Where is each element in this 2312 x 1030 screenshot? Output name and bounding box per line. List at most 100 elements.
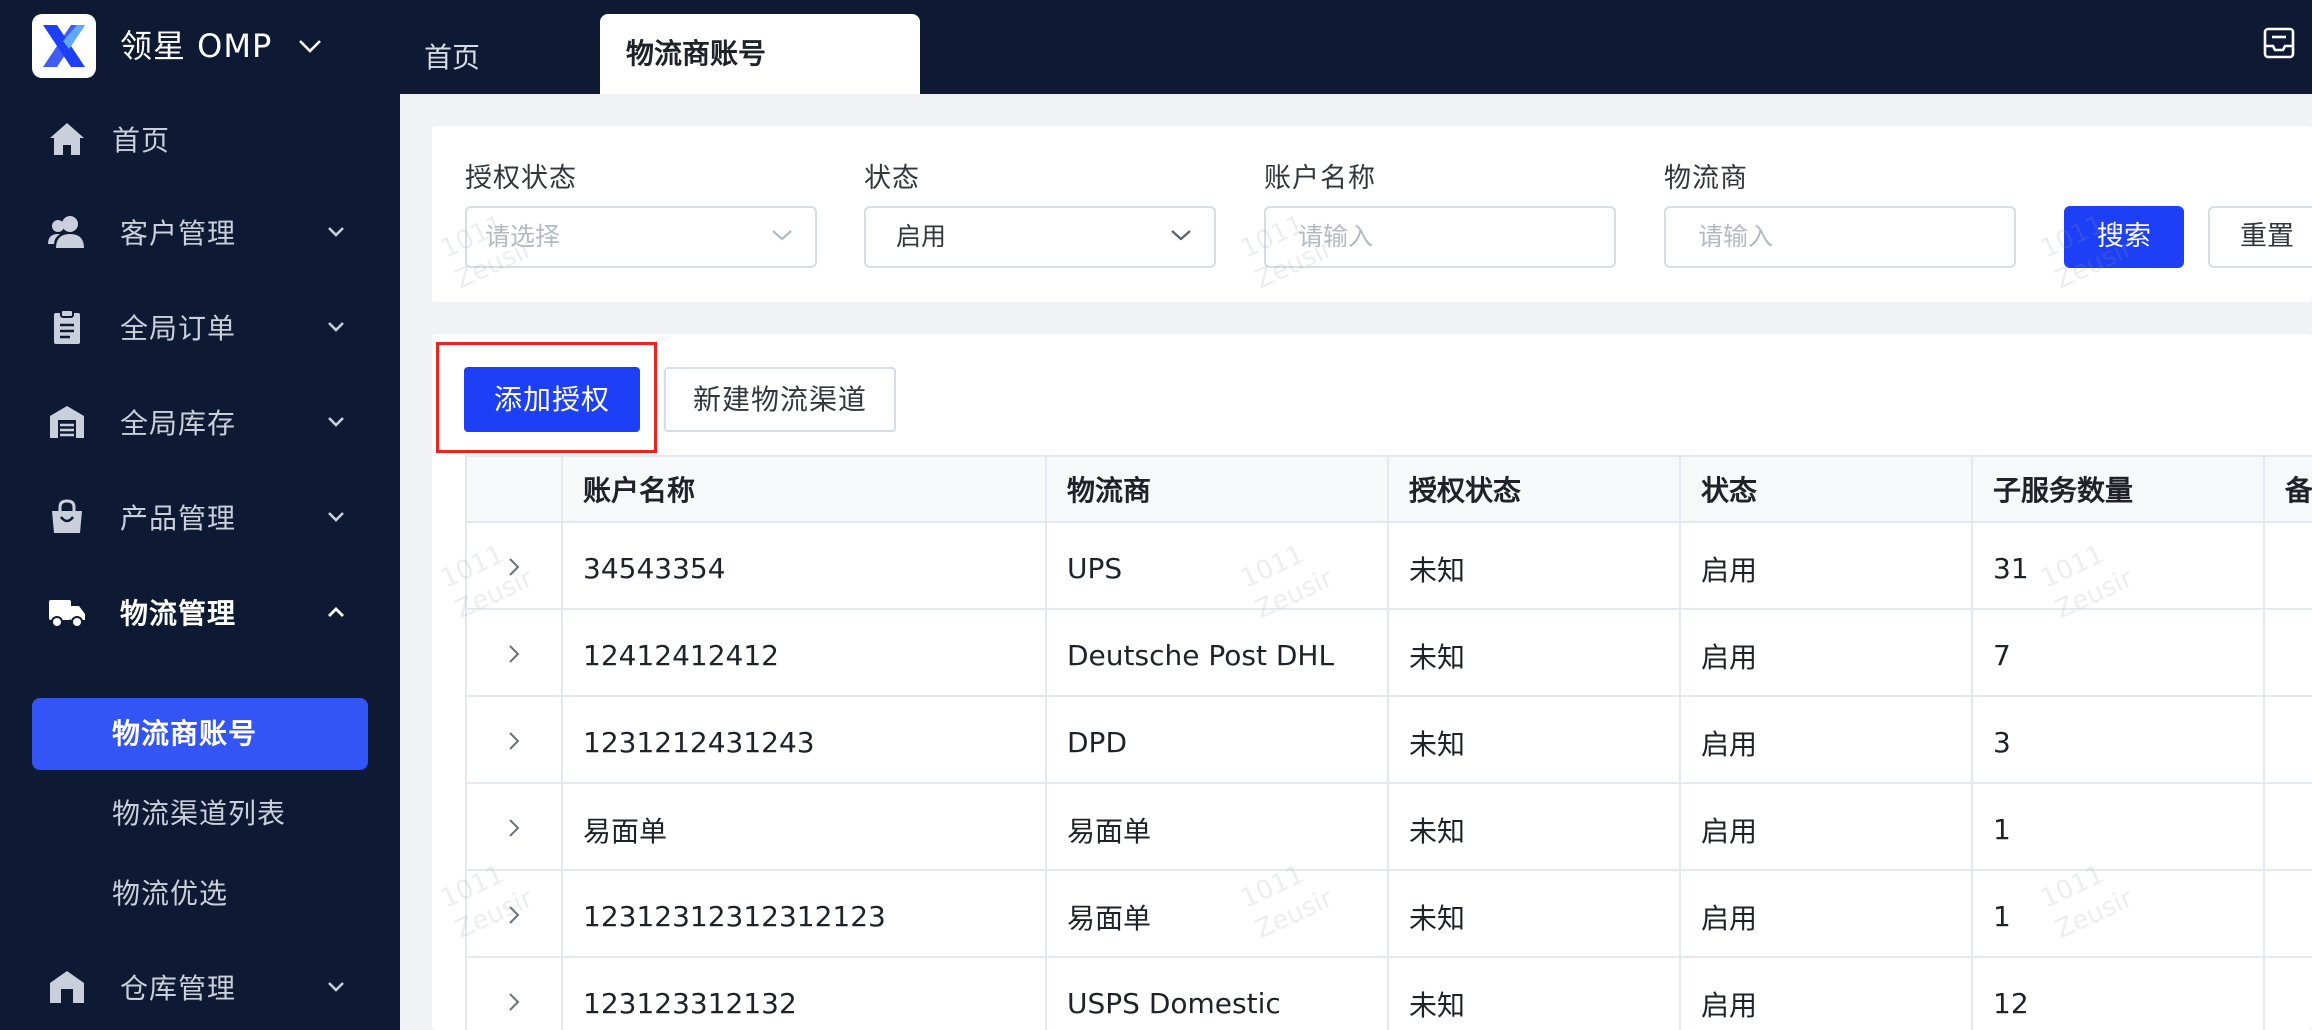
cell-subservice-count: 1 — [1971, 782, 2265, 871]
chevron-down-icon — [298, 39, 322, 53]
column-header-expand — [465, 455, 563, 523]
cell-carrier: USPS Domestic — [1045, 956, 1389, 1030]
auth-status-select[interactable]: 请选择 — [465, 206, 817, 268]
table-row[interactable]: 易面单 易面单 未知 启用 1 — [465, 782, 2312, 871]
cell-subservice-count: 7 — [1971, 608, 2265, 697]
cell-status: 启用 — [1679, 782, 1973, 871]
sidebar-item-label: 首页 — [112, 124, 171, 157]
chevron-right-icon — [509, 645, 520, 663]
status-label: 状态 — [864, 163, 920, 194]
column-header-account-name: 账户名称 — [561, 455, 1047, 523]
account-name-input[interactable]: 请输入 — [1264, 206, 1616, 268]
sidebar-item-label: 全局库存 — [120, 407, 237, 440]
cell-auth-status: 未知 — [1387, 695, 1681, 784]
chevron-down-icon — [328, 417, 344, 427]
app-logo[interactable] — [32, 14, 96, 78]
cell-carrier: 易面单 — [1045, 869, 1389, 958]
add-authorization-button[interactable]: 添加授权 — [464, 367, 640, 432]
cell-remark — [2263, 521, 2312, 610]
chevron-down-icon — [328, 227, 344, 237]
chevron-down-icon — [1171, 230, 1191, 241]
cell-auth-status: 未知 — [1387, 782, 1681, 871]
users-icon — [48, 216, 84, 248]
cell-subservice-count: 1 — [1971, 869, 2265, 958]
search-button[interactable]: 搜索 — [2064, 206, 2184, 268]
cell-auth-status: 未知 — [1387, 869, 1681, 958]
column-header-subservice-count: 子服务数量 — [1971, 455, 2265, 523]
row-expand-toggle[interactable] — [465, 695, 563, 784]
warehouse-icon — [50, 406, 84, 438]
sidebar-item-label: 产品管理 — [120, 502, 237, 535]
cell-account-name: 1231212431243 — [561, 695, 1047, 784]
table-header-row: 账户名称 物流商 授权状态 状态 子服务数量 备 — [465, 455, 2312, 523]
sidebar-item-label: 仓库管理 — [120, 972, 237, 1005]
cell-status: 启用 — [1679, 521, 1973, 610]
table-row[interactable]: 12412412412 Deutsche Post DHL 未知 启用 7 — [465, 608, 2312, 697]
new-channel-button[interactable]: 新建物流渠道 — [664, 367, 896, 432]
cell-auth-status: 未知 — [1387, 521, 1681, 610]
carrier-accounts-table: 账户名称 物流商 授权状态 状态 子服务数量 备 34543354 UPS 未知 启用… — [465, 455, 2312, 1030]
chevron-right-icon — [509, 993, 520, 1011]
sidebar-item-orders[interactable]: 全局订单 — [0, 292, 400, 362]
reset-button[interactable]: 重置 — [2208, 206, 2312, 268]
cell-account-name: 易面单 — [561, 782, 1047, 871]
clipboard-icon — [54, 309, 80, 344]
sidebar-item-customers[interactable]: 客户管理 — [0, 197, 400, 267]
cell-status: 启用 — [1679, 695, 1973, 784]
row-expand-toggle[interactable] — [465, 521, 563, 610]
sidebar-item-logistics[interactable]: 物流管理 — [0, 577, 400, 647]
status-select[interactable]: 启用 — [864, 206, 1216, 268]
table-row[interactable]: 123123312132 USPS Domestic 未知 启用 12 — [465, 956, 2312, 1030]
tab-home[interactable]: 首页 — [424, 14, 480, 94]
chevron-down-icon — [328, 322, 344, 332]
chevron-down-icon — [328, 982, 344, 992]
column-header-auth-status: 授权状态 — [1387, 455, 1681, 523]
sidebar: 首页 客户管理 全局订单 全局库存 产品管理 物流管理 物流商账号 物流渠道列表… — [0, 94, 400, 1030]
row-expand-toggle[interactable] — [465, 956, 563, 1030]
sidebar-item-inventory[interactable]: 全局库存 — [0, 387, 400, 457]
carrier-input[interactable]: 请输入 — [1664, 206, 2016, 268]
cell-auth-status: 未知 — [1387, 608, 1681, 697]
chevron-right-icon — [509, 906, 520, 924]
table-row[interactable]: 12312312312312123 易面单 未知 启用 1 — [465, 869, 2312, 958]
sidebar-item-products[interactable]: 产品管理 — [0, 482, 400, 552]
cell-carrier: DPD — [1045, 695, 1389, 784]
sidebar-item-warehouse[interactable]: 仓库管理 — [0, 952, 400, 1022]
storehouse-icon — [50, 971, 84, 1003]
chevron-down-icon — [328, 512, 344, 522]
chevron-right-icon — [509, 558, 520, 576]
cell-carrier: 易面单 — [1045, 782, 1389, 871]
cell-account-name: 34543354 — [561, 521, 1047, 610]
chevron-right-icon — [509, 819, 520, 837]
table-row[interactable]: 34543354 UPS 未知 启用 31 — [465, 521, 2312, 610]
cell-remark — [2263, 956, 2312, 1030]
column-header-carrier: 物流商 — [1045, 455, 1389, 523]
cell-carrier: Deutsche Post DHL — [1045, 608, 1389, 697]
filter-panel: 授权状态 请选择 状态 启用 账户名称 请输入 物流商 请输入 搜索 重置 — [432, 126, 2312, 302]
shopping-bag-icon — [52, 499, 82, 533]
column-header-remark: 备 — [2263, 455, 2312, 523]
cell-carrier: UPS — [1045, 521, 1389, 610]
row-expand-toggle[interactable] — [465, 782, 563, 871]
truck-icon — [49, 600, 85, 628]
sidebar-item-label: 客户管理 — [120, 217, 237, 250]
cell-status: 启用 — [1679, 608, 1973, 697]
cell-account-name: 12312312312312123 — [561, 869, 1047, 958]
sidebar-subitem-channel-list[interactable]: 物流渠道列表 — [32, 778, 368, 850]
sidebar-subitem-carrier-accounts[interactable]: 物流商账号 — [32, 698, 368, 770]
account-name-label: 账户名称 — [1264, 163, 1376, 194]
sidebar-subitem-logistics-optimize[interactable]: 物流优选 — [32, 858, 368, 930]
cell-status: 启用 — [1679, 869, 1973, 958]
cell-status: 启用 — [1679, 956, 1973, 1030]
carrier-label: 物流商 — [1664, 163, 1748, 194]
chevron-right-icon — [509, 732, 520, 750]
tab-carrier-accounts[interactable]: 物流商账号 — [600, 14, 920, 94]
table-row[interactable]: 1231212431243 DPD 未知 启用 3 — [465, 695, 2312, 784]
chevron-up-icon — [328, 607, 344, 617]
chevron-down-icon — [772, 230, 792, 241]
row-expand-toggle[interactable] — [465, 869, 563, 958]
inbox-icon[interactable] — [2262, 26, 2296, 64]
row-expand-toggle[interactable] — [465, 608, 563, 697]
app-switcher[interactable]: 领星 OMP — [120, 22, 322, 70]
sidebar-item-home[interactable]: 首页 — [0, 104, 400, 174]
